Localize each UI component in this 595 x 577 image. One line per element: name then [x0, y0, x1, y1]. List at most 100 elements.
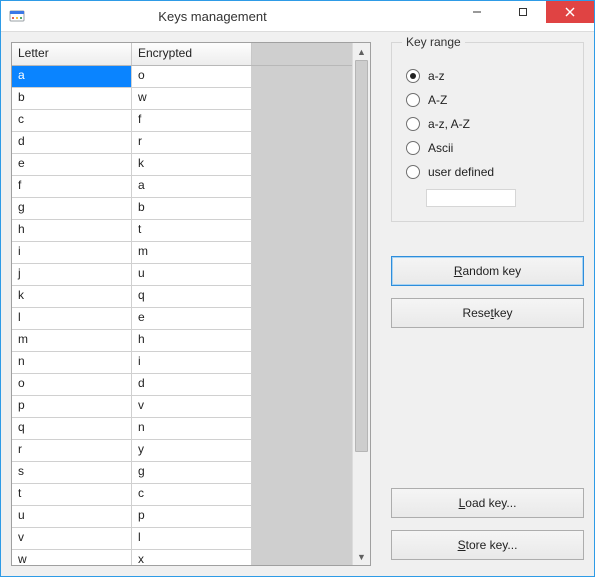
- cell-letter[interactable]: t: [12, 484, 132, 505]
- radio-icon[interactable]: [406, 117, 420, 131]
- cell-encrypted[interactable]: p: [132, 506, 252, 527]
- random-key-button[interactable]: Random key: [391, 256, 584, 286]
- cell-encrypted[interactable]: g: [132, 462, 252, 483]
- table-row[interactable]: wx: [12, 550, 252, 565]
- cell-letter[interactable]: w: [12, 550, 132, 565]
- cell-letter[interactable]: s: [12, 462, 132, 483]
- keys-grid[interactable]: Letter Encrypted aobwcfdrekfagbhtimjukql…: [11, 42, 371, 566]
- cell-encrypted[interactable]: o: [132, 66, 252, 87]
- table-row[interactable]: ht: [12, 220, 252, 242]
- scroll-up-button[interactable]: ▲: [353, 43, 370, 60]
- table-row[interactable]: qn: [12, 418, 252, 440]
- table-row[interactable]: mh: [12, 330, 252, 352]
- table-row[interactable]: bw: [12, 88, 252, 110]
- cell-encrypted[interactable]: d: [132, 374, 252, 395]
- cell-encrypted[interactable]: u: [132, 264, 252, 285]
- radio-label: user defined: [428, 165, 494, 179]
- table-row[interactable]: tc: [12, 484, 252, 506]
- window: Keys management Letter Encrypted: [0, 0, 595, 577]
- table-row[interactable]: sg: [12, 462, 252, 484]
- cell-encrypted[interactable]: x: [132, 550, 252, 565]
- cell-encrypted[interactable]: v: [132, 396, 252, 417]
- cell-encrypted[interactable]: b: [132, 198, 252, 219]
- table-row[interactable]: le: [12, 308, 252, 330]
- table-row[interactable]: kq: [12, 286, 252, 308]
- table-row[interactable]: cf: [12, 110, 252, 132]
- radio-icon[interactable]: [406, 141, 420, 155]
- cell-letter[interactable]: n: [12, 352, 132, 373]
- cell-letter[interactable]: b: [12, 88, 132, 109]
- cell-letter[interactable]: a: [12, 66, 132, 87]
- radio-option[interactable]: Ascii: [406, 141, 569, 155]
- cell-letter[interactable]: i: [12, 242, 132, 263]
- load-key-button[interactable]: Load key...: [391, 488, 584, 518]
- cell-encrypted[interactable]: n: [132, 418, 252, 439]
- cell-letter[interactable]: u: [12, 506, 132, 527]
- cell-letter[interactable]: e: [12, 154, 132, 175]
- cell-letter[interactable]: k: [12, 286, 132, 307]
- vertical-scrollbar[interactable]: ▲ ▼: [352, 43, 370, 565]
- radio-icon[interactable]: [406, 69, 420, 83]
- radio-option[interactable]: a-z: [406, 69, 569, 83]
- table-row[interactable]: pv: [12, 396, 252, 418]
- table-row[interactable]: ni: [12, 352, 252, 374]
- close-button[interactable]: [546, 1, 594, 23]
- table-row[interactable]: vl: [12, 528, 252, 550]
- cell-encrypted[interactable]: t: [132, 220, 252, 241]
- cell-letter[interactable]: q: [12, 418, 132, 439]
- scroll-down-button[interactable]: ▼: [353, 548, 370, 565]
- radio-option[interactable]: user defined: [406, 165, 569, 179]
- cell-encrypted[interactable]: r: [132, 132, 252, 153]
- minimize-button[interactable]: [454, 1, 500, 23]
- table-row[interactable]: fa: [12, 176, 252, 198]
- cell-letter[interactable]: g: [12, 198, 132, 219]
- radio-option[interactable]: A-Z: [406, 93, 569, 107]
- radio-label: a-z: [428, 69, 445, 83]
- cell-letter[interactable]: h: [12, 220, 132, 241]
- cell-letter[interactable]: l: [12, 308, 132, 329]
- store-key-button[interactable]: Store key...: [391, 530, 584, 560]
- column-header-letter[interactable]: Letter: [12, 43, 132, 65]
- cell-encrypted[interactable]: y: [132, 440, 252, 461]
- table-row[interactable]: dr: [12, 132, 252, 154]
- cell-letter[interactable]: m: [12, 330, 132, 351]
- cell-encrypted[interactable]: h: [132, 330, 252, 351]
- cell-encrypted[interactable]: e: [132, 308, 252, 329]
- cell-encrypted[interactable]: m: [132, 242, 252, 263]
- cell-letter[interactable]: o: [12, 374, 132, 395]
- reset-key-button[interactable]: Reset key: [391, 298, 584, 328]
- column-header-encrypted[interactable]: Encrypted: [132, 43, 252, 65]
- radio-icon[interactable]: [406, 93, 420, 107]
- cell-encrypted[interactable]: f: [132, 110, 252, 131]
- maximize-button[interactable]: [500, 1, 546, 23]
- cell-letter[interactable]: f: [12, 176, 132, 197]
- column-header-filler: [252, 43, 352, 65]
- cell-letter[interactable]: c: [12, 110, 132, 131]
- cell-encrypted[interactable]: w: [132, 88, 252, 109]
- radio-label: A-Z: [428, 93, 447, 107]
- cell-encrypted[interactable]: i: [132, 352, 252, 373]
- table-row[interactable]: ao: [12, 66, 252, 88]
- cell-letter[interactable]: v: [12, 528, 132, 549]
- table-row[interactable]: im: [12, 242, 252, 264]
- cell-letter[interactable]: d: [12, 132, 132, 153]
- cell-letter[interactable]: r: [12, 440, 132, 461]
- cell-encrypted[interactable]: l: [132, 528, 252, 549]
- radio-option[interactable]: a-z, A-Z: [406, 117, 569, 131]
- table-row[interactable]: ek: [12, 154, 252, 176]
- table-row[interactable]: ju: [12, 264, 252, 286]
- cell-encrypted[interactable]: q: [132, 286, 252, 307]
- cell-encrypted[interactable]: a: [132, 176, 252, 197]
- cell-letter[interactable]: j: [12, 264, 132, 285]
- table-row[interactable]: up: [12, 506, 252, 528]
- table-row[interactable]: gb: [12, 198, 252, 220]
- cell-encrypted[interactable]: k: [132, 154, 252, 175]
- table-row[interactable]: ry: [12, 440, 252, 462]
- scroll-track[interactable]: [353, 60, 370, 548]
- cell-encrypted[interactable]: c: [132, 484, 252, 505]
- table-row[interactable]: od: [12, 374, 252, 396]
- radio-icon[interactable]: [406, 165, 420, 179]
- cell-letter[interactable]: p: [12, 396, 132, 417]
- scroll-thumb[interactable]: [355, 60, 368, 452]
- user-defined-input[interactable]: [426, 189, 516, 207]
